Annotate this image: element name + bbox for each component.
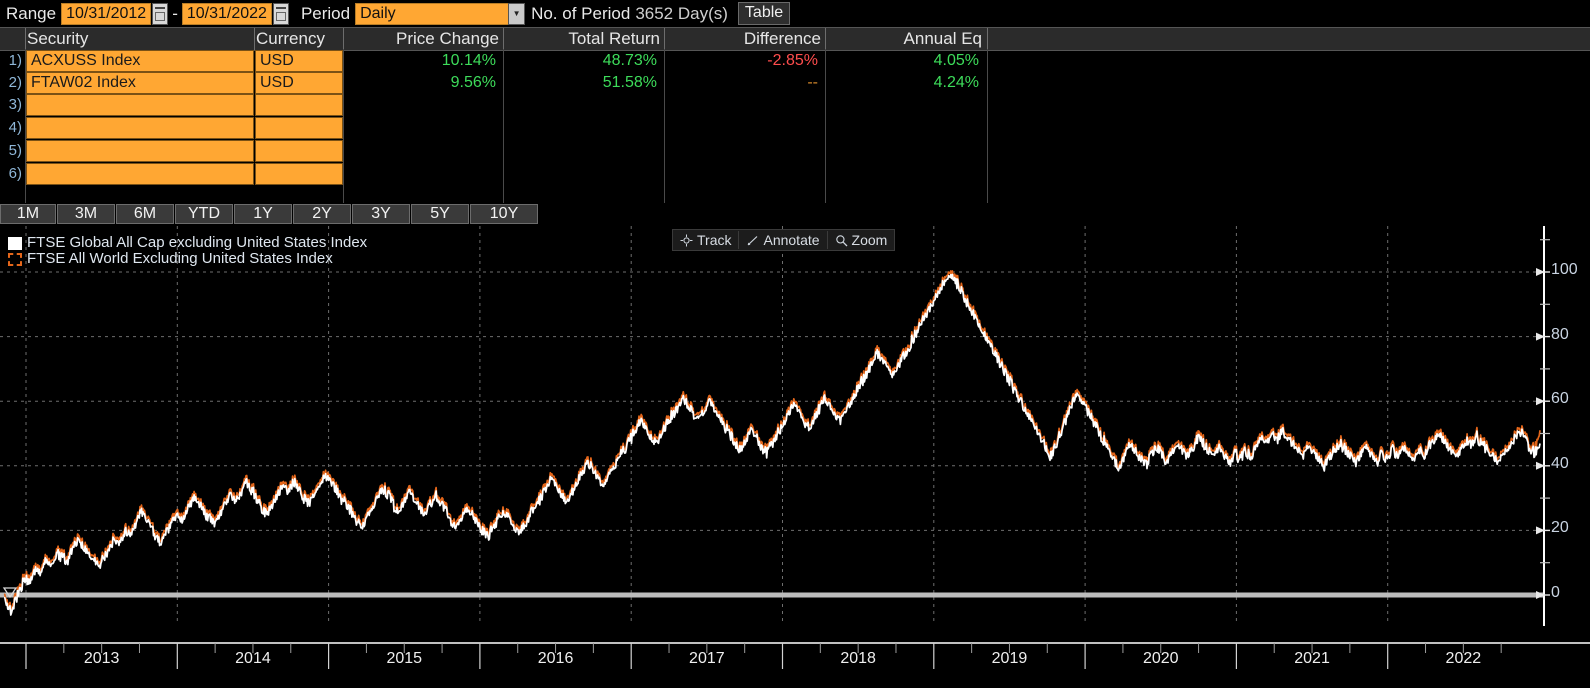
annotate-tool-label: Annotate [763,232,820,248]
legend-item-all-world[interactable]: FTSE All World Excluding United States I… [8,251,367,267]
y-axis-label-20: 20 [1551,519,1569,537]
currency-input-5[interactable] [255,140,343,162]
column-header-currency: Currency [256,29,325,48]
security-input-1[interactable]: ACXUSS Index [26,50,254,72]
x-axis-label-2018: 2018 [840,650,876,667]
range-button-3y[interactable]: 3Y [352,204,410,224]
row-number-4: 4) [8,119,22,136]
x-axis-label-2014: 2014 [235,650,271,667]
chart-plot-area[interactable] [0,226,1590,688]
range-button-1y[interactable]: 1Y [234,204,292,224]
currency-input-4[interactable] [255,117,343,139]
calendar-icon-start[interactable] [152,2,169,25]
legend-swatch-white [8,236,22,250]
period-label: Period [300,3,351,23]
range-button-5y[interactable]: 5Y [411,204,469,224]
price-change-value-1: 10.14% [441,52,496,69]
periods-label: No. of Period [531,3,631,23]
pencil-icon [746,234,759,247]
range-button-1m[interactable]: 1M [0,204,56,224]
security-input-2[interactable]: FTAW02 Index [26,72,254,94]
track-tool-label: Track [697,232,732,248]
range-start-input[interactable]: 10/31/2012 [61,2,152,25]
x-axis-label-2022: 2022 [1445,650,1482,667]
chart-toolbar: Track Annotate Zoom [672,229,896,251]
difference-value-1: -2.85% [767,52,818,69]
security-input-5[interactable] [26,140,254,162]
range-button-6m[interactable]: 6M [116,204,174,224]
chart-legend: FTSE Global All Cap excluding United Sta… [8,235,367,267]
security-table: Security Currency Price Change Total Ret… [0,27,1590,203]
y-axis-label-40: 40 [1551,454,1569,472]
row-number-2: 2) [8,74,22,91]
time-range-buttons: 1M 3M 6M YTD 1Y 2Y 3Y 5Y 10Y [0,204,539,224]
range-button-2y[interactable]: 2Y [293,204,351,224]
y-axis-label-60: 60 [1551,390,1569,408]
y-axis-label-80: 80 [1551,325,1569,343]
track-tool[interactable]: Track [673,231,740,249]
column-header-difference: Difference [743,29,821,48]
annual-eq-value-1: 4.05% [933,52,979,69]
row-number-5: 5) [8,142,22,159]
x-axis-label-2017: 2017 [689,650,725,667]
difference-value-2: -- [807,74,818,91]
periods-value: 3652 Day(s) [635,3,728,23]
annual-eq-value-2: 4.24% [933,74,979,91]
x-axis-label-2015: 2015 [386,650,423,667]
currency-input-2[interactable]: USD [255,72,343,94]
x-axis-label-2013: 2013 [83,650,120,667]
table-header-row: Security Currency Price Change Total Ret… [0,27,1590,51]
y-axis-label-100: 100 [1551,261,1578,278]
row-number-3: 3) [8,96,22,113]
column-header-price-change: Price Change [395,29,499,48]
security-input-6[interactable] [26,163,254,185]
legend-label-1: FTSE Global All Cap excluding United Sta… [27,234,368,251]
comparative-returns-chart[interactable]: FTSE Global All Cap excluding United Sta… [0,226,1590,688]
annotate-tool[interactable]: Annotate [739,231,828,249]
row-number-6: 6) [8,165,22,182]
x-axis-label-2016: 2016 [537,650,574,667]
zoom-tool-label: Zoom [851,232,888,248]
crosshair-icon [680,234,693,247]
column-header-security: Security [27,29,89,48]
magnifier-icon [835,234,848,247]
x-axis-label-2019: 2019 [991,650,1028,667]
price-change-value-2: 9.56% [450,74,496,91]
currency-input-3[interactable] [255,94,343,116]
legend-swatch-orange [8,252,22,266]
range-label: Range [6,3,57,23]
range-button-10y[interactable]: 10Y [470,204,538,224]
currency-input-1[interactable]: USD [255,50,343,72]
range-end-input[interactable]: 10/31/2022 [181,2,272,25]
x-axis-label-2021: 2021 [1294,650,1330,667]
zoom-tool[interactable]: Zoom [828,231,895,249]
y-axis-label-0: 0 [1551,584,1560,601]
x-axis-label-2020: 2020 [1142,650,1179,667]
period-select[interactable]: Daily [355,2,510,25]
total-return-value-2: 51.58% [602,74,657,91]
total-return-value-1: 48.73% [602,52,657,69]
bloomberg-comparative-returns-screen: Range 10/31/2012 - 10/31/2022 Period Dai… [0,0,1590,688]
legend-label-2: FTSE All World Excluding United States I… [27,250,333,267]
range-button-3m[interactable]: 3M [57,204,115,224]
legend-item-global-all-cap[interactable]: FTSE Global All Cap excluding United Sta… [8,235,367,251]
row-number-1: 1) [8,52,22,69]
security-input-3[interactable] [26,94,254,116]
top-toolbar: Range 10/31/2012 - 10/31/2022 Period Dai… [0,0,1590,27]
range-button-ytd[interactable]: YTD [175,204,233,224]
currency-input-6[interactable] [255,163,343,185]
calendar-icon-end[interactable] [272,2,289,25]
range-separator: - [172,3,178,23]
column-header-total-return: Total Return [568,29,660,48]
table-button[interactable]: Table [737,2,791,25]
security-input-4[interactable] [26,117,254,139]
column-header-annual-eq: Annual Eq [903,29,982,48]
chevron-down-icon[interactable]: ▼ [508,2,526,25]
